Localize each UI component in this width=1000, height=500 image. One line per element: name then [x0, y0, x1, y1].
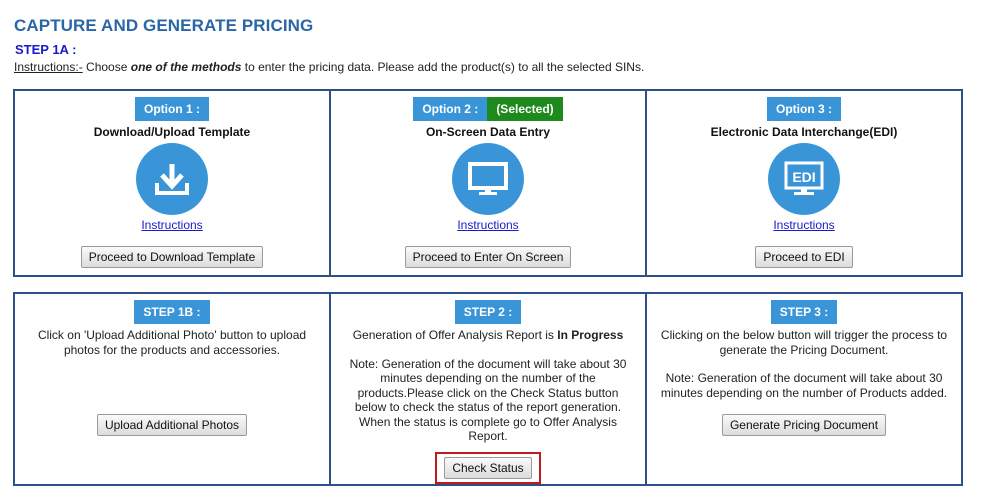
step-2-note: Note: Generation of the document will ta…: [349, 356, 627, 444]
step-2-tag: STEP 2 :: [454, 300, 522, 324]
option-3-instructions-link[interactable]: Instructions: [647, 218, 961, 232]
step-2-text: Generation of Offer Analysis Report is I…: [341, 328, 635, 458]
download-icon[interactable]: [136, 143, 208, 215]
step-1b-card: STEP 1B : Click on 'Upload Additional Ph…: [15, 294, 329, 484]
instructions-post: to enter the pricing data. Please add th…: [241, 60, 645, 74]
proceed-download-template-button[interactable]: Proceed to Download Template: [80, 246, 264, 268]
step-1b-text: Click on 'Upload Additional Photo' butto…: [25, 328, 319, 371]
instructions-text: Instructions:- Choose one of the methods…: [14, 60, 644, 74]
step-3-card: STEP 3 : Clicking on the below button wi…: [645, 294, 961, 484]
option-1-instructions-link[interactable]: Instructions: [15, 218, 329, 232]
edi-icon[interactable]: EDI: [768, 143, 840, 215]
steps-panel: STEP 1B : Click on 'Upload Additional Ph…: [13, 292, 963, 486]
options-panel: Option 1 : Download/Upload Template Inst…: [13, 89, 963, 277]
option-1-name: Download/Upload Template: [93, 125, 251, 139]
proceed-enter-on-screen-button[interactable]: Proceed to Enter On Screen: [404, 246, 572, 268]
generate-pricing-document-button[interactable]: Generate Pricing Document: [721, 414, 887, 436]
option-2-instructions-link[interactable]: Instructions: [331, 218, 645, 232]
proceed-edi-button[interactable]: Proceed to EDI: [755, 246, 853, 268]
step-1b-tag: STEP 1B :: [134, 300, 210, 324]
instructions-emphasis: one of the methods: [130, 60, 242, 74]
instructions-label: Instructions:-: [14, 60, 83, 74]
step-3-description: Clicking on the below button will trigge…: [660, 328, 948, 357]
step-3-note: Note: Generation of the document will ta…: [660, 371, 948, 400]
option-3-card: Option 3 : Electronic Data Interchange(E…: [645, 91, 961, 275]
step-3-text: Clicking on the below button will trigge…: [657, 328, 951, 414]
option-2-name: On-Screen Data Entry: [425, 125, 551, 139]
page-title: CAPTURE AND GENERATE PRICING: [14, 16, 314, 35]
step-2-status-value: In Progress: [557, 328, 624, 342]
check-status-highlight: Check Status: [435, 452, 541, 484]
step-2-status: Generation of Offer Analysis Report is I…: [341, 328, 635, 343]
step-2-card: STEP 2 : Generation of Offer Analysis Re…: [329, 294, 645, 484]
step-3-tag: STEP 3 :: [770, 300, 838, 324]
option-1-card: Option 1 : Download/Upload Template Inst…: [15, 91, 329, 275]
option-2-card: Option 2 : (Selected) On-Screen Data Entr…: [329, 91, 645, 275]
step-1b-description: Click on 'Upload Additional Photo' butto…: [37, 328, 307, 357]
step-2-status-text: Generation of Offer Analysis Report is: [352, 328, 558, 342]
option-3-tag: Option 3 :: [767, 97, 841, 121]
step-1a-label: STEP 1A :: [15, 42, 77, 57]
option-3-name: Electronic Data Interchange(EDI): [710, 125, 898, 139]
edi-icon-text: EDI: [792, 169, 815, 185]
upload-additional-photos-button[interactable]: Upload Additional Photos: [96, 414, 248, 436]
instructions-pre: Choose: [82, 60, 131, 74]
check-status-button[interactable]: Check Status: [444, 457, 532, 479]
option-1-tag: Option 1 :: [135, 97, 209, 121]
option-2-tag: Option 2 :: [413, 97, 488, 121]
option-2-selected-badge: (Selected): [487, 97, 563, 121]
monitor-icon[interactable]: [452, 143, 524, 215]
